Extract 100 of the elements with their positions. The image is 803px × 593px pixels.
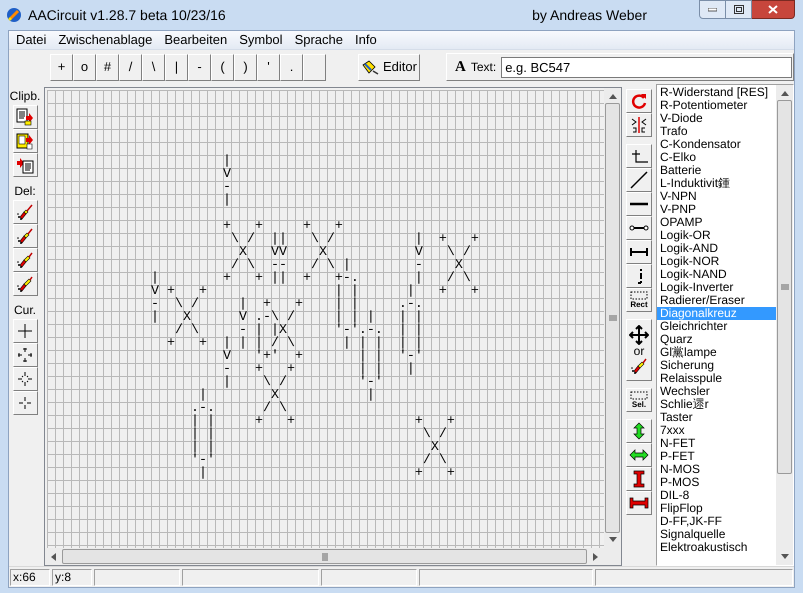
list-item[interactable]: Logik-Inverter xyxy=(657,281,776,294)
ibeam-vertical-button[interactable] xyxy=(626,467,652,491)
list-item[interactable]: P-MOS xyxy=(657,476,776,489)
list-item[interactable]: Elektroakustisch xyxy=(657,541,776,554)
menu-item[interactable]: Zwischenablage xyxy=(52,31,158,49)
list-item[interactable]: V-Diode xyxy=(657,112,776,125)
diagonal-line-button[interactable] xyxy=(626,168,652,192)
menu-item[interactable]: Datei xyxy=(10,31,52,49)
tool-button[interactable] xyxy=(12,105,38,129)
list-item[interactable]: Quarz xyxy=(657,333,776,346)
corner-line-button[interactable] xyxy=(626,144,652,168)
menu-item[interactable]: Info xyxy=(348,31,383,49)
horizontal-line-icon xyxy=(629,202,649,206)
list-item[interactable]: D-FF,JK-FF xyxy=(657,515,776,528)
tool-button[interactable] xyxy=(12,153,38,177)
scroll-up-icon xyxy=(780,91,788,96)
text-input[interactable]: e.g. BC547 xyxy=(501,56,792,78)
horizontal-line-button[interactable] xyxy=(626,192,652,216)
list-item[interactable]: V-PNP xyxy=(657,203,776,216)
list-item[interactable]: Signalquelle xyxy=(657,528,776,541)
list-item[interactable]: Radierer/Eraser xyxy=(657,294,776,307)
list-item[interactable]: N-MOS xyxy=(657,463,776,476)
double-arrow-button[interactable] xyxy=(626,240,652,264)
list-item[interactable]: Logik-NAND xyxy=(657,268,776,281)
dotted-line-button[interactable] xyxy=(626,264,652,288)
list-item[interactable]: N-FET xyxy=(657,437,776,450)
list-item[interactable]: Wechsler xyxy=(657,385,776,398)
character-button[interactable]: # xyxy=(96,54,119,80)
ibeam-horizontal-button[interactable] xyxy=(626,491,652,515)
list-item[interactable]: Batterie xyxy=(657,164,776,177)
list-item[interactable]: OPAMP xyxy=(657,216,776,229)
list-item[interactable]: Gleichrichter xyxy=(657,320,776,333)
horizontal-scrollbar[interactable] xyxy=(45,548,621,565)
stretch-horizontal-button[interactable] xyxy=(626,443,652,467)
editor-button[interactable]: Editor xyxy=(358,54,420,80)
brush-icon xyxy=(16,251,34,269)
character-button[interactable]: o xyxy=(73,54,96,80)
tool-button[interactable] xyxy=(12,248,38,272)
minimize-button[interactable] xyxy=(699,0,726,19)
rect-button[interactable]: Rect xyxy=(626,288,652,312)
list-item[interactable]: Logik-NOR xyxy=(657,255,776,268)
maximize-button[interactable] xyxy=(726,0,752,19)
menu-item[interactable]: Sprache xyxy=(288,31,349,49)
character-button[interactable]: ( xyxy=(211,54,234,80)
list-item[interactable]: Schlie遝r xyxy=(657,398,776,411)
list-item[interactable]: Taster xyxy=(657,411,776,424)
list-item[interactable]: R-Potentiometer xyxy=(657,99,776,112)
character-button[interactable]: / xyxy=(119,54,142,80)
mirror-icon xyxy=(629,116,649,134)
character-button[interactable]: \ xyxy=(142,54,165,80)
rotate-icon xyxy=(629,92,649,110)
list-item[interactable]: Logik-OR xyxy=(657,229,776,242)
character-button[interactable]: + xyxy=(50,54,73,80)
tool-button[interactable] xyxy=(12,200,38,224)
vertical-scrollbar[interactable] xyxy=(604,88,621,548)
list-item[interactable]: Gl黨lampe xyxy=(657,346,776,359)
list-item[interactable]: FlipFlop xyxy=(657,502,776,515)
character-button[interactable]: . xyxy=(280,54,303,80)
mirror-button[interactable] xyxy=(626,113,652,137)
menu-item[interactable]: Symbol xyxy=(233,31,289,49)
tool-button[interactable] xyxy=(12,391,38,415)
character-button[interactable] xyxy=(303,54,326,80)
scroll-down-icon xyxy=(608,537,616,542)
list-item[interactable]: V-NPN xyxy=(657,190,776,203)
list-item[interactable]: C-Elko xyxy=(657,151,776,164)
list-item[interactable]: Sicherung xyxy=(657,359,776,372)
scrollbar-thumb[interactable] xyxy=(777,100,792,474)
close-button[interactable] xyxy=(752,0,795,19)
list-item[interactable]: L-Induktivit鍾 xyxy=(657,177,776,190)
tool-button[interactable] xyxy=(12,129,38,153)
tool-button[interactable] xyxy=(12,272,38,296)
list-item[interactable]: C-Kondensator xyxy=(657,138,776,151)
rotate-button[interactable] xyxy=(626,89,652,113)
character-button[interactable]: ) xyxy=(234,54,257,80)
menu-item[interactable]: Bearbeiten xyxy=(158,31,234,49)
list-item[interactable]: DIL-8 xyxy=(657,489,776,502)
tool-button[interactable] xyxy=(12,224,38,248)
list-item[interactable]: R-Widerstand [RES] xyxy=(657,86,776,99)
move-or-erase-button[interactable]: or xyxy=(626,319,652,381)
tool-button[interactable] xyxy=(12,319,38,343)
status-text: y:8 xyxy=(52,568,92,586)
terminal-line-button[interactable] xyxy=(626,216,652,240)
brush-icon xyxy=(630,357,648,375)
tool-button[interactable] xyxy=(12,343,38,367)
stretch-vertical-button[interactable] xyxy=(626,419,652,443)
status-text: x:66 xyxy=(10,568,50,586)
tool-button[interactable] xyxy=(12,367,38,391)
scrollbar-thumb[interactable] xyxy=(605,103,620,533)
list-item[interactable]: 7xxx xyxy=(657,424,776,437)
ascii-schematic: | V - | + + + + \ / || \ / | + + X VV X V \ / / \ -- / \ | - X | + + || + +-. | / \ V + + | | | + + - \ / | + + | | .-. | X V .-\ / | | | | | / \ - | |X '-'.-. | | + + | | | / \ | | | | | V '+' + | | '-' - + + | | | | \ / '-' | X | .-. / \ | | + + + + | | \ / | | X '-' / \ | + + xyxy=(150,155,479,480)
list-item[interactable]: P-FET xyxy=(657,450,776,463)
list-item[interactable]: Logik-AND xyxy=(657,242,776,255)
list-item[interactable]: Trafo xyxy=(657,125,776,138)
scrollbar-thumb[interactable] xyxy=(62,549,587,564)
list-item[interactable]: Relaisspule xyxy=(657,372,776,385)
vertical-scrollbar[interactable] xyxy=(776,85,793,565)
character-button[interactable]: | xyxy=(165,54,188,80)
select-button[interactable]: Sel. xyxy=(626,388,652,412)
character-button[interactable]: - xyxy=(188,54,211,80)
character-button[interactable]: ' xyxy=(257,54,280,80)
